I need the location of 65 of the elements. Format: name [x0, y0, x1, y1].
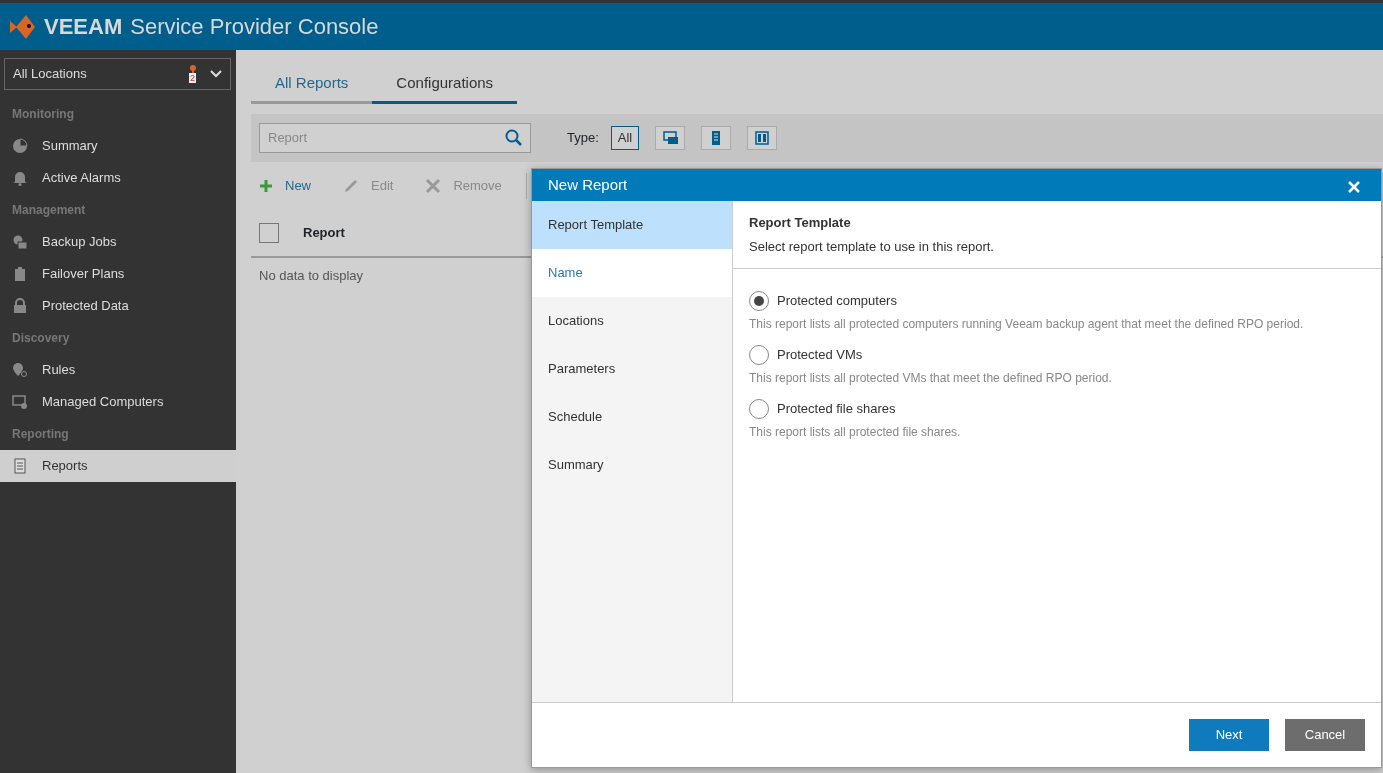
virtual-machine-icon	[662, 129, 679, 146]
wizard-step[interactable]: Schedule	[532, 393, 732, 441]
close-icon	[1347, 179, 1361, 194]
sidebar-item[interactable]: Active Alarms	[0, 162, 236, 194]
radio-button[interactable]	[749, 399, 769, 419]
document-icon	[12, 458, 28, 474]
type-label: Type:	[567, 128, 599, 147]
section-heading: Discovery	[11, 330, 71, 347]
sidebar-item[interactable]: Backup Jobs	[0, 226, 236, 258]
location-dropdown[interactable]: All Locations 2	[4, 58, 231, 90]
next-button[interactable]: Next	[1189, 719, 1269, 751]
sidebar-item[interactable]: Summary	[0, 130, 236, 162]
search-icon	[505, 128, 523, 147]
sidebar-item[interactable]: Protected Data	[0, 290, 236, 322]
pencil-icon	[343, 177, 359, 194]
sidebar-item[interactable]: Rules	[0, 354, 236, 386]
monitor-icon	[12, 394, 28, 410]
map-pin-icon	[12, 362, 28, 378]
server-pair-icon	[754, 129, 771, 146]
chevron-down-icon	[210, 70, 222, 78]
location-value: All Locations	[13, 65, 87, 84]
option-description: This report lists all protected computers running Veeam backup agent that meet the defined RPO period.	[749, 316, 1305, 333]
key-icon	[188, 65, 198, 75]
wizard-step[interactable]: Name	[532, 249, 732, 297]
search-field[interactable]: Report	[259, 122, 531, 153]
tab[interactable]: Configurations	[372, 66, 518, 104]
column-header: Report	[303, 223, 345, 242]
tab[interactable]: All Reports	[251, 66, 373, 104]
option-description: This report lists all protected file shares.	[749, 424, 962, 441]
padlock-icon	[12, 298, 28, 314]
option-description: This report lists all protected VMs that meet the defined RPO period.	[749, 370, 1113, 387]
type-filter-button[interactable]	[747, 125, 778, 150]
option-label: Protected file shares	[777, 400, 896, 419]
select-all-checkbox[interactable]	[259, 222, 279, 243]
dialog-title: New Report	[548, 174, 628, 195]
section-heading: Monitoring	[11, 106, 75, 123]
cancel-button[interactable]: Cancel	[1285, 719, 1365, 751]
radio-button[interactable]	[749, 345, 769, 365]
wizard-step[interactable]: Summary	[532, 441, 732, 489]
wizard-step[interactable]: Parameters	[532, 345, 732, 393]
app-title: Service Provider Console	[130, 13, 379, 41]
sidebar-item[interactable]: Reports	[0, 450, 236, 482]
count-badge: 2	[189, 73, 196, 83]
cross-icon	[425, 177, 442, 194]
plus-icon	[259, 178, 273, 193]
section-heading: Reporting	[11, 426, 70, 443]
type-filter-button[interactable]: All	[610, 125, 640, 150]
wizard-step[interactable]: Report Template	[532, 201, 732, 249]
sidebar-item[interactable]: Failover Plans	[0, 258, 236, 290]
section-heading: Report Template	[749, 214, 852, 232]
option-label: Protected computers	[777, 292, 897, 311]
toolbar-button[interactable]: New	[251, 175, 319, 196]
option-label: Protected VMs	[777, 346, 863, 365]
pie-chart-icon	[12, 138, 28, 154]
wizard-step[interactable]: Locations	[532, 297, 732, 345]
empty-message: No data to display	[259, 267, 364, 283]
section-subheading: Select report template to use in this report.	[749, 237, 995, 256]
radio-button[interactable]	[749, 291, 769, 311]
type-filter-button[interactable]	[655, 125, 686, 150]
section-heading: Management	[11, 202, 87, 219]
brand-name: VEEAM	[44, 13, 123, 41]
type-filter-button[interactable]	[701, 125, 732, 150]
bell-icon	[12, 170, 28, 186]
clipboard-icon	[12, 266, 28, 282]
sidebar-item[interactable]: Managed Computers	[0, 386, 236, 418]
